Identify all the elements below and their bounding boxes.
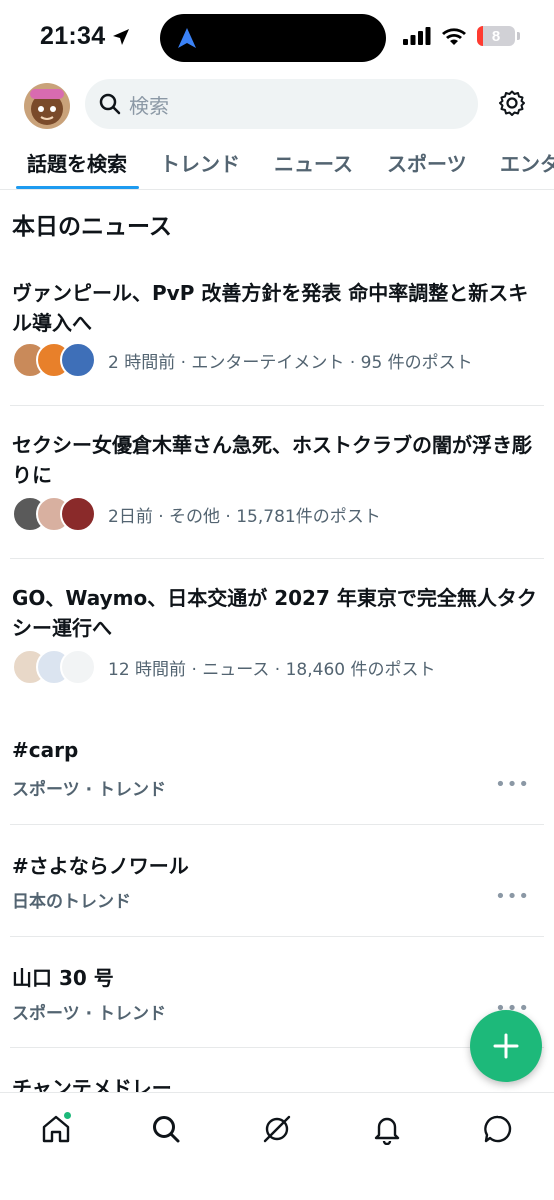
tab-sports[interactable]: スポーツ bbox=[387, 148, 467, 177]
nav-home[interactable] bbox=[36, 1109, 76, 1149]
trend-subtitle: スポーツ · トレンド bbox=[12, 1004, 166, 1024]
trend-subtitle: スポーツ · トレンド bbox=[12, 780, 166, 800]
news-meta-text: 2 時間前 · エンターテイメント · 95 件のポスト bbox=[108, 352, 473, 373]
news-item[interactable]: GO、Waymo、日本交通が 2027 年東京で完全無人タクシー運行へ 12 時… bbox=[0, 583, 554, 711]
avatar bbox=[60, 342, 96, 378]
news-item[interactable]: ヴァンピール、PvP 改善方針を発表 命中率調整と新スキル導入へ 2 時間前 ·… bbox=[0, 278, 554, 406]
divider bbox=[10, 558, 544, 559]
nav-notifications[interactable] bbox=[367, 1109, 407, 1149]
battery-tip bbox=[517, 32, 520, 40]
news-headline: ヴァンピール、PvP 改善方針を発表 命中率調整と新スキル導入へ bbox=[12, 281, 529, 335]
status-icons: 8 bbox=[403, 26, 520, 46]
divider bbox=[10, 405, 544, 406]
news-meta: 2 時間前 · エンターテイメント · 95 件のポスト bbox=[12, 342, 473, 378]
battery-icon: 8 bbox=[477, 26, 515, 46]
avatar-stack bbox=[12, 496, 96, 532]
nav-grok[interactable] bbox=[257, 1109, 297, 1149]
tab-news[interactable]: ニュース bbox=[274, 148, 353, 177]
status-clock: 21:34 bbox=[40, 22, 131, 51]
status-bar: 21:34 8 bbox=[0, 0, 554, 72]
nav-messages[interactable] bbox=[478, 1109, 518, 1149]
status-time: 21:34 bbox=[40, 22, 106, 50]
news-meta: 2日前 · その他 · 15,781件のポスト bbox=[12, 496, 381, 532]
news-headline: セクシー女優倉木華さん急死、ホストクラブの闇が浮き彫りに bbox=[12, 433, 532, 487]
divider bbox=[10, 936, 544, 937]
tab-entertainment[interactable]: エンタ bbox=[500, 148, 554, 177]
divider bbox=[10, 824, 544, 825]
trend-subtitle: 日本のトレンド bbox=[12, 892, 131, 912]
trend-title: #carp bbox=[12, 738, 79, 762]
wifi-icon bbox=[442, 28, 466, 45]
news-headline: GO、Waymo、日本交通が 2027 年東京で完全無人タクシー運行へ bbox=[12, 586, 537, 640]
more-options-icon[interactable]: ••• bbox=[495, 886, 530, 907]
trend-title: #さよならノワール bbox=[12, 854, 189, 878]
compose-button[interactable] bbox=[470, 1010, 542, 1082]
plus-icon bbox=[493, 1033, 519, 1059]
explore-tabs: 話題を検索 トレンド ニュース スポーツ エンタ bbox=[0, 140, 554, 190]
grok-icon bbox=[263, 1115, 291, 1143]
trend-item[interactable]: #carp スポーツ · トレンド ••• bbox=[0, 738, 554, 824]
avatar-stack bbox=[12, 342, 96, 378]
divider bbox=[10, 1047, 544, 1048]
search-placeholder: 検索 bbox=[129, 93, 169, 118]
signal-icon bbox=[403, 27, 431, 45]
battery-level: 8 bbox=[491, 27, 501, 45]
location-arrow-icon bbox=[113, 28, 130, 45]
more-options-icon[interactable]: ••• bbox=[495, 774, 530, 795]
trend-title: 山口 30 号 bbox=[12, 966, 114, 990]
nav-explore[interactable] bbox=[146, 1109, 186, 1149]
news-item[interactable]: セクシー女優倉木華さん急死、ホストクラブの闇が浮き彫りに 2日前 · その他 ·… bbox=[0, 430, 554, 558]
avatar-stack bbox=[12, 649, 96, 685]
navigation-icon bbox=[178, 28, 196, 48]
search-icon bbox=[99, 93, 121, 115]
avatar bbox=[60, 496, 96, 532]
dynamic-island bbox=[160, 14, 386, 62]
section-title: 本日のニュース bbox=[12, 214, 172, 240]
news-meta-text: 12 時間前 · ニュース · 18,460 件のポスト bbox=[108, 659, 436, 680]
news-meta: 12 時間前 · ニュース · 18,460 件のポスト bbox=[12, 649, 436, 685]
search-icon bbox=[153, 1116, 180, 1143]
bottom-nav bbox=[0, 1092, 554, 1200]
tab-explore[interactable]: 話題を検索 bbox=[27, 148, 127, 177]
settings-gear-icon[interactable] bbox=[498, 89, 526, 121]
profile-avatar[interactable] bbox=[24, 83, 70, 129]
active-tab-indicator bbox=[16, 186, 139, 189]
search-input[interactable]: 検索 bbox=[85, 79, 478, 129]
news-meta-text: 2日前 · その他 · 15,781件のポスト bbox=[108, 506, 381, 527]
trend-item[interactable]: #さよならノワール 日本のトレンド ••• bbox=[0, 850, 554, 936]
notification-dot bbox=[63, 1111, 72, 1120]
top-header: 検索 bbox=[0, 78, 554, 132]
avatar bbox=[60, 649, 96, 685]
tab-trends[interactable]: トレンド bbox=[160, 148, 240, 177]
bell-icon bbox=[374, 1117, 400, 1145]
message-icon bbox=[484, 1115, 512, 1143]
